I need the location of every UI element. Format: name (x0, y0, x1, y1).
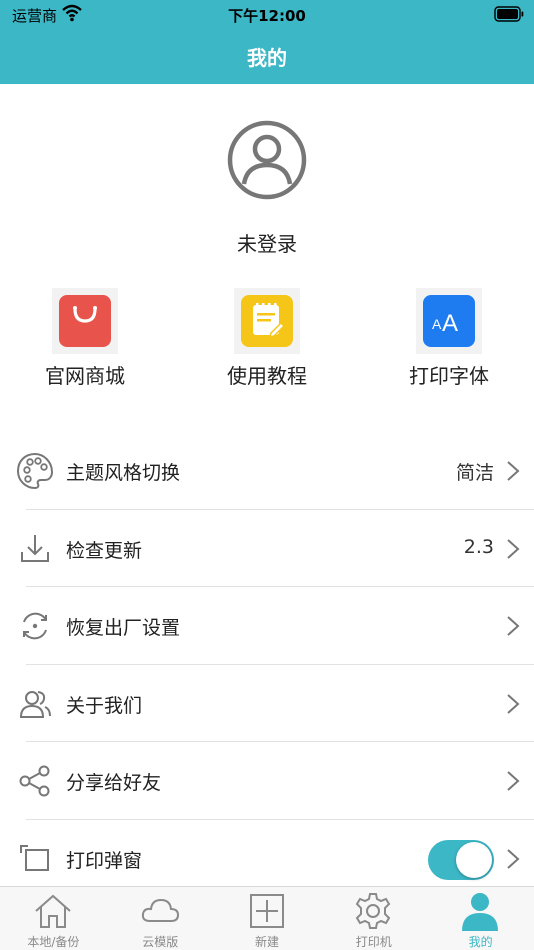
tab-label: 云模版 (142, 935, 179, 949)
quick-action-tutorial[interactable]: 使用教程 (187, 288, 347, 389)
tab-label: 我的 (468, 935, 493, 949)
menu-item-about[interactable]: 关于我们 (0, 665, 534, 742)
popup-icon (20, 844, 49, 871)
reset-icon (23, 612, 47, 640)
menu-label: 恢复出厂设置 (66, 617, 181, 639)
menu-label: 主题风格切换 (66, 462, 181, 484)
menu-item-update[interactable]: 检查更新 2.3 (0, 510, 534, 587)
login-status[interactable]: 未登录 (0, 228, 534, 257)
print-popup-toggle[interactable] (428, 839, 494, 880)
quick-action-fonts[interactable]: A A 打印字体 (369, 288, 529, 389)
menu-value: 简洁 (455, 462, 494, 484)
tab-printer[interactable]: 打印机 (320, 887, 427, 950)
quick-action-label: 官网商城 (45, 364, 125, 388)
nav-bar: 我的 (0, 30, 534, 84)
svg-text:A: A (432, 316, 442, 332)
menu-item-factory-reset[interactable]: 恢复出厂设置 (0, 587, 534, 665)
store-tile (52, 288, 118, 354)
quick-action-label: 打印字体 (409, 364, 489, 388)
page-title: 我的 (247, 46, 287, 70)
status-bar: 运营商 下午12:00 (0, 0, 534, 30)
tab-local-backup[interactable]: 本地/备份 (0, 887, 107, 950)
chevron-right-icon (507, 461, 520, 481)
chevron-right-icon (507, 616, 520, 636)
tab-cloud-templates[interactable]: 云模版 (107, 887, 214, 950)
profile-icon (462, 893, 499, 931)
quick-action-label: 使用教程 (227, 364, 307, 388)
menu-label: 分享给好友 (66, 772, 162, 794)
add-icon (249, 894, 284, 928)
users-icon (19, 690, 51, 718)
tab-bar: 本地/备份 云模版 新建 打印机 我的 (0, 886, 534, 950)
quick-action-store[interactable]: 官网商城 (5, 288, 165, 389)
menu-item-share[interactable]: 分享给好友 (0, 742, 534, 820)
fonts-tile: A A (416, 288, 482, 354)
svg-text:A: A (442, 310, 458, 337)
tutorial-tile (234, 288, 300, 354)
tab-label: 新建 (254, 935, 279, 949)
cloud-icon (141, 898, 179, 922)
tab-profile[interactable]: 我的 (427, 887, 534, 950)
settings-menu: 主题风格切换 简洁 检查更新 2.3 恢复出厂设置 关于我们 分享给好友 打印弹… (0, 432, 534, 897)
menu-label: 关于我们 (66, 694, 143, 717)
tab-label: 本地/备份 (27, 935, 80, 949)
clock: 下午12:00 (228, 7, 306, 25)
menu-label: 打印弹窗 (66, 849, 143, 872)
menu-item-theme[interactable]: 主题风格切换 简洁 (0, 432, 534, 510)
battery-icon (494, 6, 524, 22)
font-size-icon: A A (423, 295, 475, 347)
chevron-right-icon (507, 693, 520, 714)
download-icon (21, 534, 49, 562)
toggle-knob (456, 841, 492, 878)
palette-icon (16, 452, 54, 490)
menu-value: 2.3 (463, 535, 494, 558)
chevron-right-icon (507, 771, 520, 791)
tab-label: 打印机 (355, 935, 392, 949)
home-icon (35, 894, 71, 928)
shopping-bag-icon (59, 295, 111, 347)
printer-settings-icon (356, 893, 391, 929)
share-icon (19, 765, 50, 797)
notepad-icon (241, 295, 293, 347)
chevron-right-icon (507, 538, 520, 559)
tab-new[interactable]: 新建 (214, 887, 321, 950)
avatar[interactable] (227, 120, 307, 200)
chevron-right-icon (507, 848, 520, 869)
menu-label: 检查更新 (66, 539, 143, 562)
